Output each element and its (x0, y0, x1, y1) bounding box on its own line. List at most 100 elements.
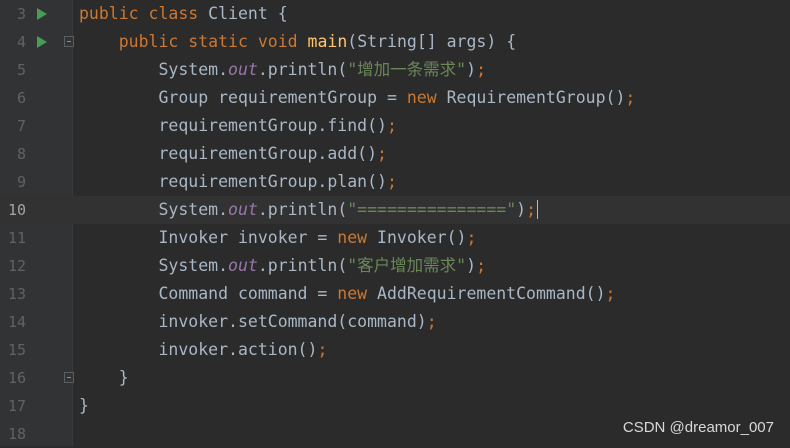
code-text[interactable]: Group requirementGroup = new Requirement… (79, 84, 635, 112)
fold-marker-icon[interactable] (64, 36, 74, 47)
line-number: 18 (7, 425, 26, 443)
code-token: static (188, 32, 248, 51)
code-text[interactable]: requirementGroup.plan(); (79, 168, 397, 196)
code-token: ) (516, 200, 527, 219)
code-token: requirementGroup.plan() (158, 172, 387, 191)
code-token: Client { (198, 4, 288, 23)
line-number: 15 (7, 341, 26, 359)
code-token: ; (526, 200, 537, 219)
code-text[interactable]: public static void main(String[] args) { (79, 28, 516, 56)
code-text[interactable]: } (79, 364, 129, 392)
code-line[interactable]: 6 Group requirementGroup = new Requireme… (0, 84, 790, 112)
code-token: "===============" (347, 200, 517, 219)
code-token: public (79, 4, 139, 23)
code-text[interactable]: requirementGroup.add(); (79, 140, 387, 168)
code-text[interactable]: } (79, 392, 89, 420)
code-token: new (406, 88, 437, 107)
code-token: "增加一条需求" (347, 60, 467, 79)
code-token: (String[] args) { (347, 32, 517, 51)
code-token: ) (466, 256, 477, 275)
line-number: 12 (7, 257, 26, 275)
code-line[interactable]: 11 Invoker invoker = new Invoker(); (0, 224, 790, 252)
line-number: 16 (7, 369, 26, 387)
line-number: 3 (16, 5, 26, 23)
code-text[interactable]: Invoker invoker = new Invoker(); (79, 224, 476, 252)
run-gutter-icon[interactable] (37, 8, 47, 20)
line-number: 17 (7, 397, 26, 415)
code-token: ) (466, 60, 477, 79)
code-text[interactable]: System.out.println("增加一条需求"); (79, 56, 486, 84)
code-line[interactable]: 5 System.out.println("增加一条需求"); (0, 56, 790, 84)
code-token: "客户增加需求" (347, 256, 467, 275)
line-number: 14 (7, 313, 26, 331)
code-line[interactable]: 17} (0, 392, 790, 420)
code-editor[interactable]: 3 public class Client {4 public static vo… (0, 0, 790, 446)
code-token: new (337, 228, 368, 247)
code-token: ; (386, 172, 397, 191)
fold-marker-icon[interactable] (64, 372, 74, 383)
code-line[interactable]: 9 requirementGroup.plan(); (0, 168, 790, 196)
line-number: 7 (16, 117, 26, 135)
code-token: .println( (257, 60, 348, 79)
line-number: 8 (16, 145, 26, 163)
code-token: Invoker invoker = (158, 228, 338, 247)
code-token: out (228, 200, 258, 219)
code-token: public (118, 32, 179, 51)
code-text[interactable]: invoker.setCommand(command); (79, 308, 437, 336)
code-line[interactable]: 7 requirementGroup.find(); (0, 112, 790, 140)
code-line[interactable]: 8 requirementGroup.add(); (0, 140, 790, 168)
code-token: System. (158, 200, 229, 219)
code-token: ; (476, 60, 486, 79)
code-text[interactable]: System.out.println("==============="); (79, 196, 539, 224)
code-token: ; (466, 228, 477, 247)
code-token: ; (377, 144, 387, 163)
code-token: Command command = (158, 284, 338, 303)
code-line[interactable]: 4 public static void main(String[] args)… (0, 28, 790, 56)
code-line[interactable]: 13 Command command = new AddRequirementC… (0, 280, 790, 308)
code-line[interactable]: 3 public class Client { (0, 0, 790, 28)
line-number: 11 (7, 229, 26, 247)
code-token: AddRequirementCommand() (367, 284, 606, 303)
code-token: ; (625, 88, 636, 107)
line-number: 6 (16, 89, 26, 107)
code-token: invoker.setCommand(command) (158, 312, 427, 331)
code-token: ; (605, 284, 616, 303)
code-token: Invoker() (367, 228, 467, 247)
code-token: ; (386, 116, 397, 135)
code-token: void (257, 32, 298, 51)
code-text[interactable]: requirementGroup.find(); (79, 112, 397, 140)
code-line[interactable]: 12 System.out.println("客户增加需求"); (0, 252, 790, 280)
line-number: 10 (7, 201, 26, 219)
run-gutter-icon[interactable] (37, 36, 47, 48)
code-text[interactable]: System.out.println("客户增加需求"); (79, 252, 486, 280)
code-text[interactable]: invoker.action(); (79, 336, 327, 364)
code-token: main (307, 32, 348, 51)
code-token: .println( (257, 256, 348, 275)
code-lines: 3 public class Client {4 public static vo… (0, 0, 790, 448)
code-line[interactable]: 16 } (0, 364, 790, 392)
code-token: out (228, 60, 258, 79)
code-line[interactable]: 14 invoker.setCommand(command); (0, 308, 790, 336)
code-line[interactable]: 10 System.out.println("===============")… (0, 196, 790, 224)
line-number: 4 (16, 33, 26, 51)
code-text[interactable]: Command command = new AddRequirementComm… (79, 280, 615, 308)
code-token: requirementGroup.find() (158, 116, 387, 135)
text-cursor (537, 200, 539, 219)
code-token: ; (426, 312, 437, 331)
code-text[interactable]: public class Client { (79, 0, 288, 28)
code-token: .println( (257, 200, 348, 219)
code-token: new (337, 284, 368, 303)
code-line[interactable]: 15 invoker.action(); (0, 336, 790, 364)
